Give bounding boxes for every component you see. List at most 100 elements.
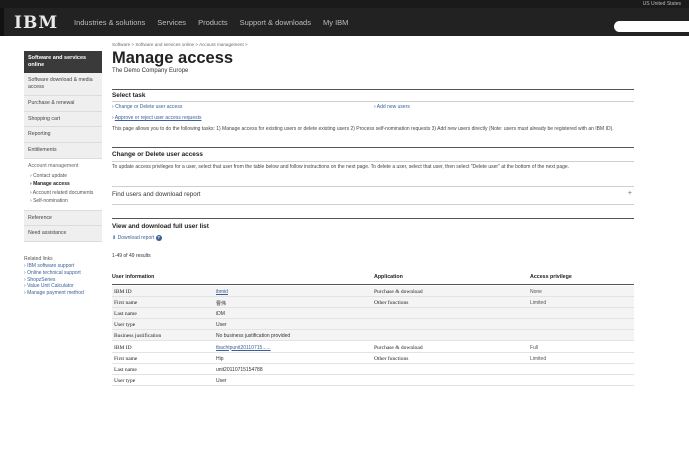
row-value: User (216, 321, 227, 328)
sidebar-subitem-contact-update[interactable]: › Contact update (24, 171, 102, 181)
download-icon: ⬇ (112, 235, 117, 241)
ibm-logo[interactable]: IBM (14, 13, 58, 33)
related-link-label: Value Unit Calculator (27, 283, 74, 290)
section-divider (112, 89, 634, 90)
table-row: User type User (112, 375, 634, 386)
change-delete-link[interactable]: › Change or Delete user access (112, 104, 182, 111)
table-row[interactable]: IBM ID tbachtpunit20110715...... Purchas… (112, 342, 634, 353)
left-sidebar: Software and services online Software do… (24, 51, 102, 243)
application-name: Purchase & download (374, 288, 423, 295)
table-row: Last name unit20110715154788 (112, 364, 634, 375)
access-privilege: None (530, 288, 542, 295)
sidebar-item-entitlements[interactable]: Entitlements (24, 143, 102, 159)
nav-services[interactable]: Services (157, 18, 186, 27)
column-header-access-privilege: Access privilege (530, 274, 572, 280)
top-strip: US United States (0, 0, 689, 8)
find-users-label: Find users and download report (112, 191, 201, 198)
row-label: First name (114, 355, 138, 362)
sidebar-subitem-account-documents[interactable]: › Account related documents (24, 188, 102, 198)
section-divider (112, 147, 634, 148)
row-label: Business justification (114, 332, 162, 339)
row-value: User (216, 377, 227, 384)
find-users-accordion[interactable]: Find users and download report + (112, 187, 634, 203)
sidebar-subitem-label: Self-nomination (33, 198, 68, 205)
nav-support-downloads[interactable]: Support & downloads (240, 18, 311, 27)
sidebar-subitem-label: Account related documents (32, 189, 94, 196)
related-link[interactable]: › Manage payment method (24, 290, 114, 297)
sidebar-item-need-assistance[interactable]: Need assistance (24, 226, 102, 243)
sidebar-item-purchase-renewal[interactable]: Purchase & renewal (24, 95, 102, 112)
row-label: User type (114, 321, 136, 328)
sidebar-subitem-self-nomination[interactable]: › Self-nomination (24, 197, 102, 211)
expand-icon[interactable]: + (628, 190, 632, 197)
search-input[interactable] (614, 21, 689, 32)
row-label: IBM ID (114, 344, 132, 351)
column-header-user-info: User information (112, 274, 155, 280)
row-label: Last name (114, 310, 137, 317)
related-links-heading: Related links (24, 256, 53, 262)
page-subtitle: The Demo Company Europe (112, 68, 189, 75)
country-selector[interactable]: US United States (643, 1, 681, 7)
approve-reject-link[interactable]: › Approve or reject user access requests (112, 115, 202, 122)
related-link-label: Manage payment method (27, 290, 84, 296)
download-report-link[interactable]: ⬇ Download report ? (112, 235, 162, 242)
application-name: Other functions (374, 299, 409, 306)
table-row[interactable]: IBM ID ibmid Purchase & download None (112, 286, 634, 297)
section-divider (112, 204, 634, 205)
sidebar-subitem-label: Manage access (33, 181, 70, 188)
top-navigation: Industries & solutions Services Products… (74, 18, 348, 27)
section-divider (112, 101, 634, 102)
help-icon[interactable]: ? (155, 235, 162, 241)
masthead: IBM Industries & solutions Services Prod… (0, 8, 689, 36)
related-link[interactable]: › IBM software support (24, 263, 114, 270)
sidebar-item-reference[interactable]: Reference (24, 210, 102, 227)
row-label: Last name (114, 366, 137, 373)
nav-products[interactable]: Products (198, 18, 228, 27)
sidebar-header[interactable]: Software and services online (24, 51, 102, 74)
table-row: First name Hip Other functions Limited (112, 353, 634, 364)
row-value: unit20110715154788 (216, 366, 263, 373)
related-link[interactable]: › Value Unit Calculator (24, 283, 114, 290)
link-label: Approve or reject user access requests (114, 115, 202, 121)
application-name: Purchase & download (374, 344, 423, 351)
page-title: Manage access (112, 49, 234, 67)
row-value: Hip (216, 355, 224, 362)
row-label: First name (114, 299, 138, 306)
row-value: No business justification provided (216, 332, 291, 339)
results-count: 1-49 of 49 results (112, 253, 151, 259)
sidebar-item-account-management[interactable]: Account management (24, 158, 102, 172)
table-header-divider (112, 284, 634, 285)
change-delete-description: To update access privileges for a user, … (112, 164, 570, 170)
table-row: User type User (112, 319, 634, 330)
related-link[interactable]: › Online technical support (24, 270, 114, 277)
sidebar-item-shopping-cart[interactable]: Shopping cart (24, 111, 102, 128)
sidebar-item-software-download[interactable]: Software download & media access (24, 73, 102, 96)
related-link[interactable]: › ShopzSeries (24, 277, 114, 284)
table-row: Last name iDM (112, 308, 634, 319)
access-privilege: Limited (530, 299, 547, 306)
column-header-application: Application (374, 274, 403, 280)
sidebar-item-reporting[interactable]: Reporting (24, 127, 102, 144)
nav-my-ibm[interactable]: My IBM (323, 18, 348, 27)
sidebar-subitem-manage-access[interactable]: › Manage access (24, 180, 102, 189)
select-task-description: This page allows you to do the following… (112, 126, 614, 132)
download-heading: View and download full user list (112, 223, 209, 230)
ibm-id-link[interactable]: tbachtpunit20110715...... (216, 345, 271, 351)
nav-industries-solutions[interactable]: Industries & solutions (74, 18, 145, 27)
add-new-users-link[interactable]: › Add new users (374, 104, 410, 111)
related-links: Related links › IBM software support › O… (24, 256, 114, 297)
row-label: User type (114, 377, 136, 384)
application-name: Other functions (374, 355, 409, 362)
select-task-heading: Select task (112, 92, 146, 99)
section-divider (112, 218, 634, 219)
breadcrumb[interactable]: Software > Software and services online … (112, 42, 634, 47)
download-report-label: Download report (117, 235, 155, 241)
masthead-left-cap (0, 8, 4, 36)
link-label: Add new users (376, 104, 410, 110)
ibm-id-link[interactable]: ibmid (216, 289, 228, 295)
row-value: 曹伟 (216, 300, 227, 307)
related-link-label: Online technical support (27, 269, 81, 276)
table-row: Business justification No business justi… (112, 330, 634, 341)
access-privilege: Limited (530, 355, 547, 362)
related-link-label: IBM software support (27, 263, 75, 269)
